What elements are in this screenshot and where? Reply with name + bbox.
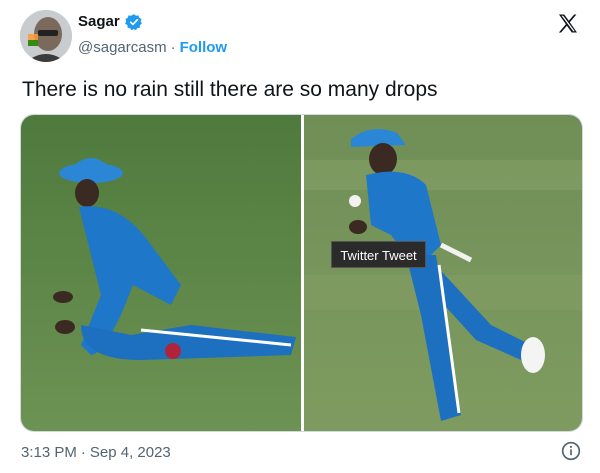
timestamp-time: 3:13 PM [21, 444, 77, 461]
follow-button[interactable]: Follow [180, 39, 228, 56]
timestamp[interactable]: 3:13 PM · Sep 4, 2023 [21, 444, 171, 461]
author-handle-row: @sagarcasm · Follow [78, 39, 227, 56]
separator-dot: · [170, 39, 176, 56]
author-name[interactable]: Sagar [78, 13, 120, 30]
right-photo [304, 115, 582, 431]
tweet-text: There is no rain still there are so many… [22, 78, 438, 101]
avatar[interactable] [20, 10, 72, 62]
left-photo [21, 115, 301, 431]
author-handle[interactable]: @sagarcasm [78, 39, 167, 56]
timestamp-date: Sep 4, 2023 [89, 444, 171, 461]
x-logo-icon[interactable] [556, 12, 580, 36]
timestamp-separator: · [80, 444, 86, 461]
tooltip: Twitter Tweet [331, 241, 426, 268]
info-icon[interactable] [561, 441, 581, 461]
media-photos [21, 115, 582, 431]
avatar-image [20, 10, 72, 62]
tweet-media[interactable] [20, 114, 583, 432]
verified-badge-icon [125, 14, 142, 31]
